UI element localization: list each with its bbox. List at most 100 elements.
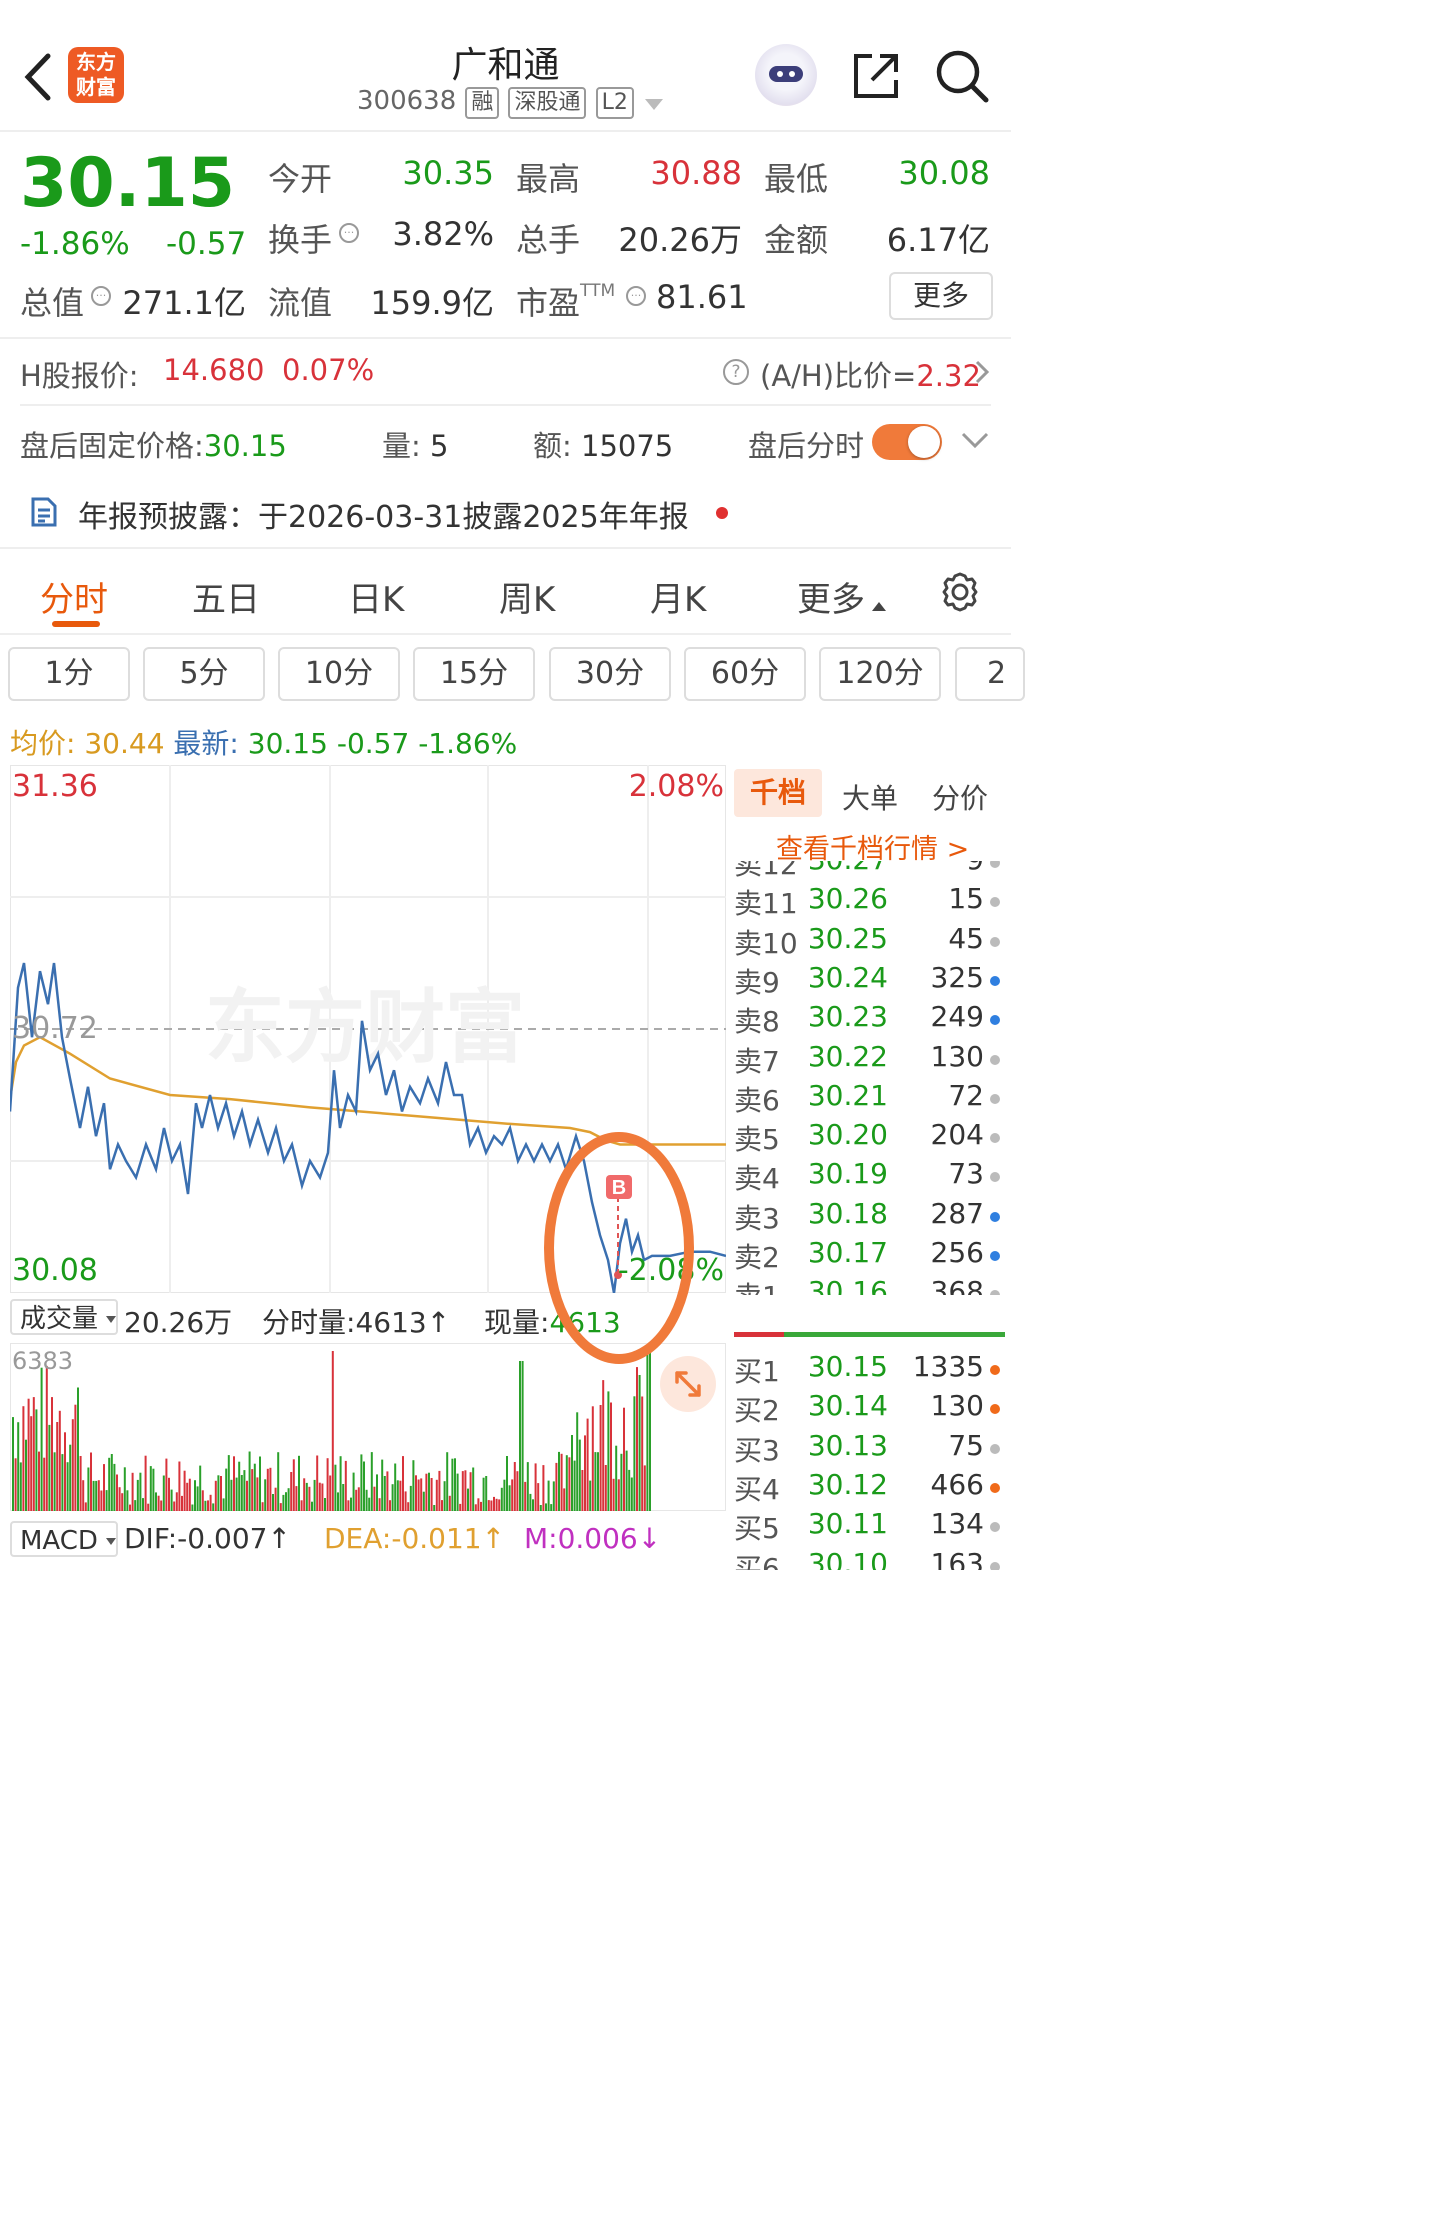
orderbook-row[interactable]: 买4 30.12 466 — [728, 1466, 1011, 1506]
volume-bar — [396, 1480, 399, 1511]
orderbook-row[interactable]: 卖6 30.21 72 — [728, 1077, 1011, 1117]
volume-bar — [607, 1391, 610, 1511]
tab-intraday[interactable]: 分时 — [40, 572, 108, 621]
period-10min[interactable]: 10分 — [278, 647, 400, 701]
orderbook-row[interactable]: 买5 30.11 134 — [728, 1505, 1011, 1545]
volume-bar — [186, 1482, 189, 1511]
quote-more-button[interactable]: 更多 — [889, 272, 993, 320]
turnover-info-icon[interactable]: ··· — [339, 223, 359, 243]
selector-caret-down-icon — [106, 1316, 117, 1323]
orderbook-row[interactable]: 卖2 30.17 256 — [728, 1234, 1011, 1274]
volume-bar — [105, 1490, 108, 1511]
volume-bar — [430, 1478, 433, 1511]
pe-info-icon[interactable]: ··· — [626, 286, 646, 306]
orderbook-row[interactable]: 卖3 30.18 287 — [728, 1195, 1011, 1235]
orderbook-level-label: 买4 — [734, 1472, 780, 1506]
volume-bar — [51, 1397, 53, 1511]
volume-bar — [339, 1456, 342, 1511]
volume-bar — [168, 1477, 170, 1511]
orderbook-row[interactable]: 买2 30.14 130 — [728, 1387, 1011, 1427]
tab-five-day[interactable]: 五日 — [192, 572, 260, 621]
indicator-selector-macd[interactable]: MACD — [10, 1521, 118, 1557]
orderbook-row[interactable]: 卖10 30.25 45 — [728, 920, 1011, 960]
fs-vol-label: 分时量: — [262, 1306, 356, 1339]
period-15min[interactable]: 15分 — [413, 647, 535, 701]
total-cap-info-icon[interactable]: ··· — [91, 286, 111, 306]
orderbook-volume: 368 — [930, 1275, 984, 1295]
period-more-partial[interactable]: 2 — [955, 647, 1025, 701]
tab-more[interactable]: 更多 — [797, 572, 887, 621]
orderbook-row[interactable]: 卖1230.279 — [728, 861, 1011, 881]
volume-max-label: 6383 — [12, 1347, 74, 1375]
period-30min[interactable]: 30分 — [549, 647, 671, 701]
volume-bar — [355, 1489, 358, 1511]
orderbook-row[interactable]: 卖1 30.16 368 — [728, 1273, 1011, 1295]
volume-bar — [287, 1488, 290, 1511]
volume-chart[interactable]: 6383 — [10, 1343, 726, 1511]
tab-weekly-k[interactable]: 周K — [499, 572, 555, 621]
volume-bar — [207, 1500, 209, 1511]
total-cap-value: 271.1亿 — [122, 284, 246, 322]
volume-bar — [630, 1477, 633, 1511]
orderbook-tab-large[interactable]: 大单 — [842, 777, 898, 817]
ah-chevron-right-icon[interactable] — [974, 358, 990, 390]
orderbook-volume: 130 — [930, 1039, 984, 1073]
orderbook-row[interactable]: 卖11 30.26 15 — [728, 880, 1011, 920]
volume-bar — [14, 1458, 17, 1511]
orderbook-tab-thousand[interactable]: 千档 — [734, 769, 822, 817]
volume-bar — [610, 1402, 612, 1511]
volume-bar — [261, 1502, 264, 1511]
fixed-price: 30.15 — [203, 429, 287, 463]
orderbook-row[interactable]: 卖9 30.24 325 — [728, 959, 1011, 999]
period-120min[interactable]: 120分 — [819, 647, 941, 701]
intraday-volume: 分时量:4613↑ — [262, 1306, 451, 1339]
search-icon — [936, 50, 989, 103]
orderbook-row[interactable]: 卖7 30.22 130 — [728, 1038, 1011, 1078]
orderbook-row[interactable]: 卖5 30.20 204 — [728, 1116, 1011, 1156]
volume-bar — [542, 1465, 545, 1511]
orderbook-tab-price[interactable]: 分价 — [932, 777, 988, 817]
period-1min[interactable]: 1分 — [8, 647, 130, 701]
cur-vol-label: 现量: — [484, 1306, 550, 1339]
notice-text[interactable]: 年报预披露：于2026-03-31披露2025年年报 — [78, 492, 689, 536]
volume-bar — [513, 1462, 516, 1511]
period-5min[interactable]: 5分 — [143, 647, 265, 701]
orderbook-price: 30.18 — [807, 1196, 888, 1230]
orderbook-level-label: 卖1 — [734, 1275, 780, 1295]
expand-chevron-down-icon[interactable] — [960, 430, 990, 454]
volume-bar — [519, 1361, 521, 1511]
ah-help-icon[interactable]: ? — [723, 359, 749, 385]
orderbook-row[interactable]: 买1 30.15 1335 — [728, 1348, 1011, 1388]
stock-code-row: 300638 融 深股通 L2 — [357, 86, 663, 122]
volume-bar — [225, 1468, 228, 1511]
fullscreen-button[interactable] — [660, 1356, 716, 1412]
legend-pct: -1.86% — [418, 727, 518, 760]
orderbook-row[interactable]: 卖4 30.19 73 — [728, 1155, 1011, 1195]
orderbook-price: 30.14 — [807, 1389, 888, 1423]
volume-bar — [217, 1475, 220, 1511]
orderbook-row[interactable]: 卖8 30.23 249 — [728, 998, 1011, 1038]
tab-monthly-k[interactable]: 月K — [650, 572, 706, 621]
ah-ratio[interactable]: (A/H)比价=2.32 — [760, 353, 981, 395]
volume-bar — [623, 1407, 625, 1511]
after-hours-toggle[interactable] — [872, 424, 942, 460]
indicator-selector-volume[interactable]: 成交量 — [10, 1299, 118, 1335]
period-60min[interactable]: 60分 — [684, 647, 806, 701]
share-button[interactable] — [850, 50, 902, 102]
chart-settings-button[interactable] — [938, 570, 982, 614]
robot-avatar-icon[interactable] — [755, 44, 817, 106]
caret-down-icon[interactable] — [644, 99, 663, 110]
volume-bar — [274, 1487, 277, 1511]
volume-bar — [448, 1495, 451, 1511]
order-book-panel: 千档 大单 分价 查看千档行情 > 卖1230.279卖1130.2615卖10… — [728, 765, 1011, 1570]
orderbook-row[interactable]: 买6 30.10 163 — [728, 1545, 1011, 1570]
orderbook-price: 30.22 — [807, 1039, 888, 1073]
search-button[interactable] — [934, 48, 990, 104]
tab-daily-k[interactable]: 日K — [348, 572, 404, 621]
header-divider — [0, 130, 1011, 132]
volume-bar — [321, 1483, 324, 1511]
orderbook-row[interactable]: 买3 30.13 75 — [728, 1427, 1011, 1467]
pe-value: 81.61 — [656, 278, 748, 316]
volume-bar — [467, 1488, 469, 1511]
volume-bar — [97, 1480, 100, 1511]
